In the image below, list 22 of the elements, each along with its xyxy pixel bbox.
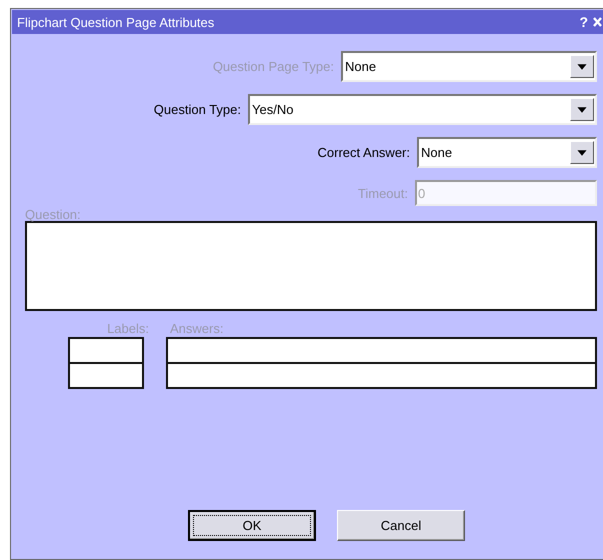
dropdown[interactable]: None xyxy=(417,137,597,168)
column-header: Labels: xyxy=(107,321,149,336)
help-button[interactable]: ? xyxy=(579,14,588,30)
field-label: Correct Answer: xyxy=(318,145,410,160)
field-label: Timeout: xyxy=(358,186,408,200)
window-title: Flipchart Question Page Attributes xyxy=(17,14,216,30)
question-label: Question: xyxy=(25,207,81,222)
caret-icon[interactable] xyxy=(570,141,594,164)
ok-button[interactable]: OK xyxy=(188,510,316,541)
label-cell[interactable] xyxy=(68,362,144,389)
column-header: Answers: xyxy=(170,321,224,336)
cancel-button[interactable]: Cancel xyxy=(337,510,465,541)
question-field[interactable] xyxy=(25,221,597,311)
caret-icon[interactable] xyxy=(570,98,594,121)
answer-cell[interactable] xyxy=(166,337,597,364)
caret-icon[interactable] xyxy=(570,55,594,78)
field-label: Question Page Type: xyxy=(212,59,334,74)
field-label: Question Type: xyxy=(154,102,241,117)
close-icon[interactable] xyxy=(593,17,602,27)
label-cell[interactable] xyxy=(68,337,144,364)
dropdown[interactable]: Yes/No xyxy=(248,94,597,125)
answer-cell[interactable] xyxy=(166,362,597,389)
